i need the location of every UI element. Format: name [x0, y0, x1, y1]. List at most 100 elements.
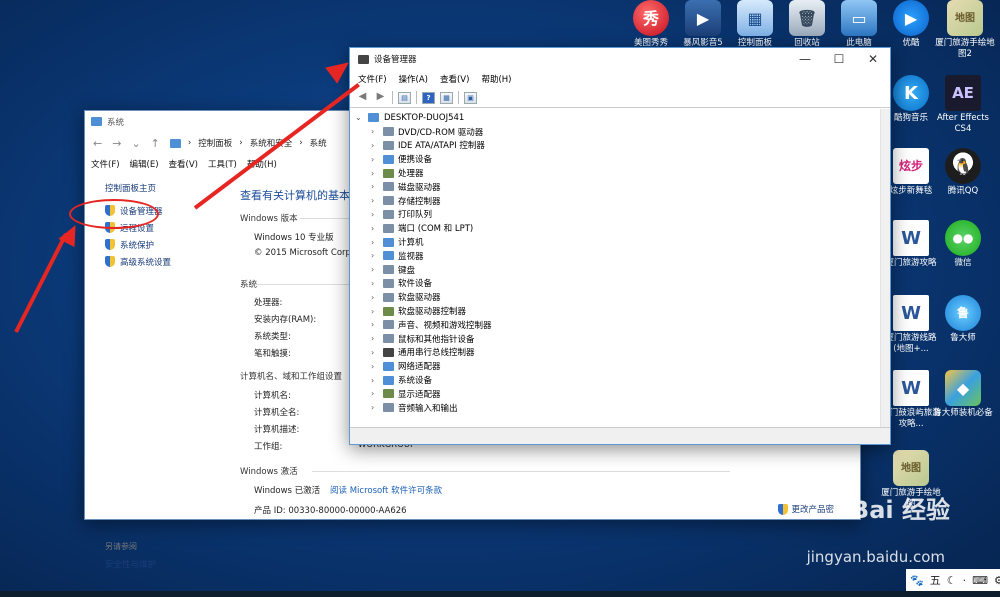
chevron-down-icon[interactable]: ⌄ — [131, 137, 140, 150]
chevron-right-icon[interactable]: › — [371, 320, 379, 329]
desktop-icon-qq[interactable]: 🐧 腾讯QQ — [932, 148, 994, 197]
moon-icon[interactable]: ☾ — [947, 574, 957, 587]
forward-arrow-icon[interactable]: ▶ — [374, 91, 387, 104]
tree-node-floppy[interactable]: › 软盘驱动器 — [355, 290, 890, 304]
scan-hardware-icon[interactable]: ▣ — [464, 91, 477, 104]
menu-file[interactable]: 文件(F) — [91, 158, 120, 170]
sidebar-item-system-protection[interactable]: 系统保护 — [105, 236, 233, 253]
chevron-right-icon[interactable]: › — [371, 224, 379, 233]
help-icon[interactable]: ? — [422, 91, 435, 104]
tree-node-monitor[interactable]: › 监视器 — [355, 249, 890, 263]
security-maintenance-link[interactable]: 安全性与维护 — [105, 558, 156, 570]
tree-node-computer[interactable]: › 计算机 — [355, 235, 890, 249]
usb-icon — [383, 347, 394, 357]
menu-tools[interactable]: 工具(T) — [208, 158, 237, 170]
chevron-right-icon[interactable]: › — [371, 307, 379, 316]
chevron-right-icon[interactable]: › — [371, 293, 379, 302]
desktop-icon-wechat[interactable]: ●● 微信 — [932, 220, 994, 269]
tree-node-disk[interactable]: › 磁盘驱动器 — [355, 180, 890, 194]
breadcrumb-system[interactable]: 系统 — [310, 137, 327, 149]
ime-indicator[interactable]: 五 — [930, 572, 941, 588]
keyboard-icon[interactable]: ⌨ — [972, 574, 988, 587]
chevron-right-icon[interactable]: › — [371, 196, 379, 205]
back-arrow-icon[interactable]: ← — [93, 137, 102, 150]
maximize-icon[interactable]: ☐ — [822, 48, 856, 70]
tree-root-label: DESKTOP-DUOJ541 — [384, 112, 465, 123]
tree-root[interactable]: ⌄ DESKTOP-DUOJ541 — [355, 111, 890, 125]
desktop-icon-map2[interactable]: 地图 厦门旅游手绘地图2 — [934, 0, 996, 60]
tree-node-print-queue[interactable]: › 打印队列 — [355, 208, 890, 222]
breadcrumb-control-panel[interactable]: 控制面板 — [198, 137, 232, 149]
chevron-down-icon[interactable]: ⌄ — [355, 113, 363, 122]
tree-node-software[interactable]: › 软件设备 — [355, 277, 890, 291]
chevron-right-icon[interactable]: › — [371, 182, 379, 191]
vertical-scrollbar[interactable] — [880, 109, 890, 427]
properties-icon[interactable]: ▤ — [398, 91, 411, 104]
desktop-icon-ludashi-install[interactable]: ◆ 鲁大师装机必备 — [932, 370, 994, 419]
minimize-icon[interactable]: — — [788, 48, 822, 70]
computer-icon — [91, 117, 102, 126]
change-product-key-label: 更改产品密 — [791, 505, 834, 515]
chevron-right-icon[interactable]: › — [371, 389, 379, 398]
chevron-right-icon[interactable]: › — [371, 265, 379, 274]
tree-node-portable[interactable]: › 便携设备 — [355, 152, 890, 166]
chevron-right-icon[interactable]: › — [371, 169, 379, 178]
chevron-right-icon[interactable]: › — [371, 334, 379, 343]
back-arrow-icon[interactable]: ◀ — [356, 91, 369, 104]
tree-node-label: DVD/CD-ROM 驱动器 — [398, 127, 484, 138]
menu-action[interactable]: 操作(A) — [399, 73, 428, 85]
monitor-icon — [383, 251, 394, 261]
chevron-right-icon[interactable]: › — [371, 210, 379, 219]
chevron-right-icon[interactable]: › — [371, 238, 379, 247]
tree-node-system-devices[interactable]: › 系统设备 — [355, 373, 890, 387]
close-icon[interactable]: ✕ — [856, 48, 890, 70]
tree-node-dvd[interactable]: › DVD/CD-ROM 驱动器 — [355, 125, 890, 139]
menu-view[interactable]: 查看(V) — [440, 73, 469, 85]
chevron-right-icon[interactable]: › — [371, 403, 379, 412]
change-product-key-link[interactable]: 更改产品密 — [778, 503, 834, 515]
license-terms-link[interactable]: 阅读 Microsoft 软件许可条款 — [330, 484, 442, 496]
paw-icon[interactable]: 🐾 — [910, 574, 924, 587]
desktop-icon-ludashi[interactable]: 鲁 鲁大师 — [932, 295, 994, 344]
audio-icon — [383, 403, 394, 413]
dot-icon[interactable]: · — [963, 574, 967, 587]
desktop-icon-after-effects[interactable]: AE After Effects CS4 — [932, 75, 994, 135]
tree-node-audio-io[interactable]: › 音频输入和输出 — [355, 401, 890, 415]
tree-node-mouse[interactable]: › 鼠标和其他指针设备 — [355, 332, 890, 346]
tree-node-network[interactable]: › 网络适配器 — [355, 359, 890, 373]
chevron-right-icon[interactable]: › — [371, 348, 379, 357]
chevron-right-icon[interactable]: › — [371, 251, 379, 260]
tree-node-keyboard[interactable]: › 键盘 — [355, 263, 890, 277]
sidebar-item-advanced-settings[interactable]: 高级系统设置 — [105, 253, 233, 270]
menu-help[interactable]: 帮助(H) — [481, 73, 511, 85]
details-icon[interactable]: ▦ — [440, 91, 453, 104]
windows-edition: Windows 10 专业版 — [254, 233, 334, 243]
menu-file[interactable]: 文件(F) — [358, 73, 387, 85]
tree-node-floppy-controller[interactable]: › 软盘驱动器控制器 — [355, 304, 890, 318]
chevron-right-icon[interactable]: › — [371, 376, 379, 385]
tree-node-label: IDE ATA/ATAPI 控制器 — [398, 141, 485, 152]
desktop-icon-youku[interactable]: ▶ 优酷 — [880, 0, 942, 49]
chevron-right-icon[interactable]: › — [371, 127, 379, 136]
tree-node-storage[interactable]: › 存储控制器 — [355, 194, 890, 208]
network-adapter-icon — [383, 361, 394, 371]
forward-arrow-icon[interactable]: → — [112, 137, 121, 150]
tree-node-processor[interactable]: › 处理器 — [355, 166, 890, 180]
qq-penguin-icon: 🐧 — [945, 148, 981, 184]
chevron-right-icon[interactable]: › — [371, 155, 379, 164]
device-manager-title-bar[interactable]: 设备管理器 — ☐ ✕ — [350, 48, 890, 70]
tree-node-display[interactable]: › 显示适配器 — [355, 387, 890, 401]
up-arrow-icon[interactable]: ↑ — [151, 137, 160, 150]
menu-view[interactable]: 查看(V) — [169, 158, 198, 170]
chevron-right-icon[interactable]: › — [371, 279, 379, 288]
chevron-right-icon[interactable]: › — [371, 362, 379, 371]
tree-node-sound[interactable]: › 声音、视频和游戏控制器 — [355, 318, 890, 332]
gear-icon[interactable]: ⚙ — [994, 574, 1000, 587]
menu-edit[interactable]: 编辑(E) — [130, 158, 159, 170]
tree-node-ports[interactable]: › 端口 (COM 和 LPT) — [355, 221, 890, 235]
tree-node-ide[interactable]: › IDE ATA/ATAPI 控制器 — [355, 139, 890, 153]
tree-node-usb[interactable]: › 通用串行总线控制器 — [355, 346, 890, 360]
chevron-right-icon[interactable]: › — [371, 141, 379, 150]
breadcrumb: › 控制面板 › 系统和安全 › 系统 — [169, 137, 327, 149]
tree-node-label: 通用串行总线控制器 — [398, 348, 475, 359]
